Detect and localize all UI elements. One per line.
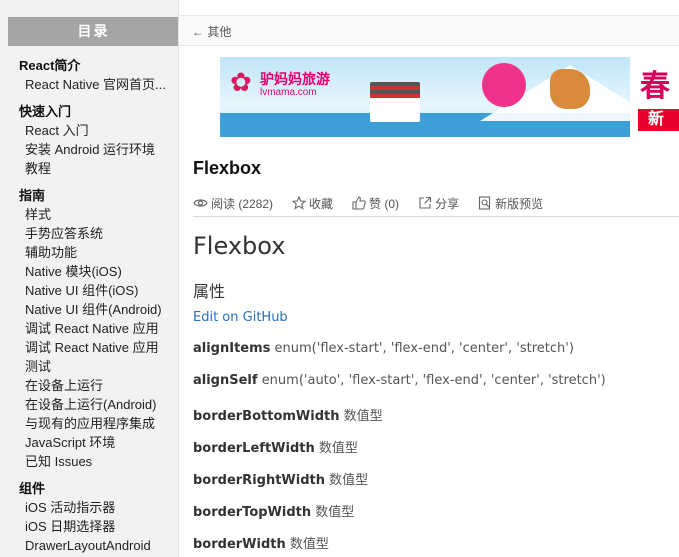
- reindeer-graphic: [550, 69, 590, 109]
- prop-type: 数值型: [343, 409, 383, 424]
- prop-row: borderLeftWidth 数值型: [193, 437, 358, 456]
- prop-type: 数值型: [318, 441, 358, 456]
- toc-item[interactable]: Native UI 组件(iOS): [0, 281, 176, 300]
- toc-item[interactable]: 已知 Issues: [0, 452, 176, 471]
- prop-name: alignSelf: [193, 373, 258, 388]
- toc-item[interactable]: 调试 React Native 应用: [0, 319, 176, 338]
- prop-type: 数值型: [315, 505, 355, 520]
- article-meta-bar: 阅读 (2282) 收藏 赞 (0) 分享 新版预览: [193, 194, 562, 212]
- sidebar-header: 目录: [8, 17, 178, 46]
- prop-type: 数值型: [329, 473, 369, 488]
- ad-banner[interactable]: ✿ 驴妈妈旅游 lvmama.com 春 新: [220, 57, 679, 137]
- prop-type: 数值型: [289, 537, 329, 552]
- read-count-label: 阅读 (2282): [211, 196, 274, 211]
- like-button[interactable]: 赞 (0): [352, 195, 399, 212]
- prop-name: borderWidth: [193, 537, 286, 552]
- top-bar: ← 其他: [180, 15, 679, 46]
- toc-item[interactable]: React Native 官网首页...: [0, 75, 176, 94]
- prop-row: alignItems enum('flex-start', 'flex-end'…: [193, 341, 574, 356]
- prop-name: borderBottomWidth: [193, 409, 340, 424]
- toc-item[interactable]: Native 模块(iOS): [0, 262, 176, 281]
- favorite-label: 收藏: [309, 196, 334, 211]
- banner-char-top: 春: [640, 70, 670, 103]
- share-icon: [419, 196, 432, 209]
- content-heading: Flexbox: [193, 232, 286, 260]
- prop-row: alignSelf enum('auto', 'flex-start', 'fl…: [193, 373, 606, 388]
- favorite-button[interactable]: 收藏: [292, 195, 333, 212]
- banner-char-bottom: 新: [638, 109, 679, 131]
- prop-type: enum('auto', 'flex-start', 'flex-end', '…: [261, 373, 606, 388]
- toc-item[interactable]: 与现有的应用程序集成: [0, 414, 176, 433]
- sidebar: 目录 React简介 React Native 官网首页... 快速入门 Rea…: [0, 0, 179, 557]
- preview-button[interactable]: 新版预览: [478, 195, 543, 212]
- prop-row: borderWidth 数值型: [193, 533, 329, 552]
- table-of-contents: React简介 React Native 官网首页... 快速入门 React …: [0, 56, 178, 555]
- share-label: 分享: [435, 196, 460, 211]
- toc-item[interactable]: 调试 React Native 应用: [0, 338, 176, 357]
- preview-label: 新版预览: [495, 196, 544, 211]
- prop-name: borderRightWidth: [193, 473, 325, 488]
- back-link[interactable]: ← 其他: [192, 23, 231, 40]
- toc-item[interactable]: 测试: [0, 357, 176, 376]
- read-count: 阅读 (2282): [193, 195, 273, 212]
- share-button[interactable]: 分享: [418, 195, 459, 212]
- prop-row: borderRightWidth 数值型: [193, 469, 368, 488]
- toc-item[interactable]: 样式: [0, 205, 176, 224]
- bird-mascot-graphic: [482, 63, 526, 107]
- article-title: Flexbox: [193, 158, 262, 178]
- eye-icon: [193, 199, 208, 207]
- toc-item[interactable]: 教程: [0, 159, 176, 178]
- toc-item[interactable]: Native UI 组件(Android): [0, 300, 176, 319]
- toc-item[interactable]: 手势应答系统: [0, 224, 176, 243]
- divider: [193, 216, 679, 217]
- toc-section-title[interactable]: React简介: [0, 56, 178, 75]
- toc-section-title[interactable]: 指南: [0, 186, 178, 205]
- banner-brand-url: lvmama.com: [260, 87, 317, 98]
- prop-name: borderTopWidth: [193, 505, 312, 520]
- prop-type: enum('flex-start', 'flex-end', 'center',…: [274, 341, 574, 356]
- like-label: 赞 (0): [369, 196, 400, 211]
- toc-item[interactable]: 在设备上运行: [0, 376, 176, 395]
- toc-item[interactable]: 安装 Android 运行环境: [0, 140, 176, 159]
- toc-section-title[interactable]: 快速入门: [0, 102, 178, 121]
- prop-row: borderTopWidth 数值型: [193, 501, 354, 520]
- pagoda-graphic: [370, 82, 420, 122]
- toc-section-title[interactable]: 组件: [0, 479, 178, 498]
- edit-on-github-link[interactable]: Edit on GitHub: [193, 310, 288, 325]
- toc-item[interactable]: JavaScript 环境: [0, 433, 176, 452]
- preview-icon: [479, 196, 491, 210]
- prop-row: borderBottomWidth 数值型: [193, 405, 383, 424]
- toc-item[interactable]: DrawerLayoutAndroid: [0, 536, 176, 555]
- thumbs-up-icon: [352, 196, 366, 210]
- toc-item[interactable]: 辅助功能: [0, 243, 176, 262]
- star-icon: [292, 196, 307, 210]
- prop-name: alignItems: [193, 341, 271, 356]
- toc-item[interactable]: iOS 日期选择器: [0, 517, 176, 536]
- prop-name: borderLeftWidth: [193, 441, 315, 456]
- banner-brand: 驴妈妈旅游: [260, 71, 330, 87]
- content-subheading: 属性: [193, 282, 226, 301]
- toc-item[interactable]: iOS 活动指示器: [0, 498, 176, 517]
- toc-item[interactable]: 在设备上运行(Android): [0, 395, 176, 414]
- toc-item[interactable]: React 入门: [0, 121, 176, 140]
